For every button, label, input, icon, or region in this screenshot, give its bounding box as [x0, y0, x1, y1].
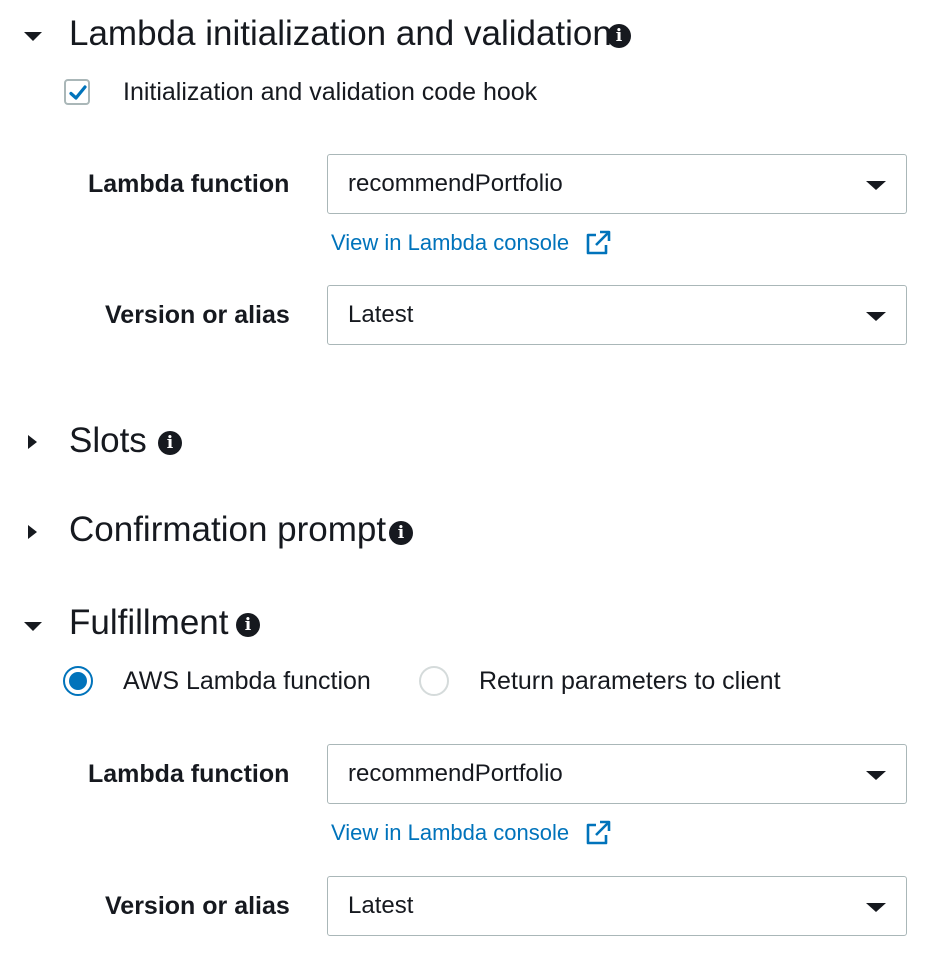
- version-alias-select[interactable]: Latest: [327, 876, 907, 936]
- expand-caret-icon[interactable]: [28, 435, 37, 449]
- view-lambda-console-link[interactable]: View in Lambda console: [331, 229, 569, 257]
- lambda-function-value: recommendPortfolio: [348, 170, 563, 197]
- radio-label-aws-lambda[interactable]: AWS Lambda function: [123, 666, 371, 696]
- version-alias-label: Version or alias: [105, 892, 290, 920]
- lambda-function-select[interactable]: recommendPortfolio: [327, 154, 907, 214]
- external-link-icon[interactable]: [584, 819, 612, 847]
- version-alias-label: Version or alias: [105, 301, 290, 329]
- info-icon[interactable]: i: [236, 613, 260, 637]
- radio-label-return-params[interactable]: Return parameters to client: [479, 666, 781, 696]
- section-title-fulfillment[interactable]: Fulfillment: [69, 603, 228, 643]
- collapse-caret-icon[interactable]: [24, 622, 42, 631]
- code-hook-label[interactable]: Initialization and validation code hook: [123, 77, 537, 107]
- lambda-function-label: Lambda function: [88, 760, 290, 788]
- info-icon[interactable]: i: [158, 431, 182, 455]
- version-alias-select[interactable]: Latest: [327, 285, 907, 345]
- lambda-function-label: Lambda function: [88, 170, 290, 198]
- section-title-slots[interactable]: Slots: [69, 421, 147, 461]
- expand-caret-icon[interactable]: [28, 525, 37, 539]
- version-alias-value: Latest: [348, 892, 414, 919]
- chevron-down-icon: [866, 771, 886, 780]
- checkmark-icon: [69, 85, 87, 100]
- collapse-caret-icon[interactable]: [24, 32, 42, 41]
- lambda-function-value: recommendPortfolio: [348, 760, 563, 787]
- section-title-confirmation[interactable]: Confirmation prompt: [69, 510, 386, 550]
- section-title-lambda-init[interactable]: Lambda initialization and validation: [69, 14, 612, 54]
- radio-aws-lambda[interactable]: [63, 666, 93, 696]
- chevron-down-icon: [866, 181, 886, 190]
- chevron-down-icon: [866, 903, 886, 912]
- lambda-function-select[interactable]: recommendPortfolio: [327, 744, 907, 804]
- info-icon[interactable]: i: [389, 521, 413, 545]
- console-link-text[interactable]: View in Lambda console: [331, 820, 569, 845]
- chevron-down-icon: [866, 312, 886, 321]
- code-hook-checkbox[interactable]: [64, 79, 90, 105]
- console-link-text[interactable]: View in Lambda console: [331, 230, 569, 255]
- external-link-icon[interactable]: [584, 229, 612, 257]
- info-icon[interactable]: i: [607, 24, 631, 48]
- version-alias-value: Latest: [348, 301, 414, 328]
- radio-selected-dot: [69, 672, 87, 690]
- radio-return-params[interactable]: [419, 666, 449, 696]
- view-lambda-console-link[interactable]: View in Lambda console: [331, 819, 569, 847]
